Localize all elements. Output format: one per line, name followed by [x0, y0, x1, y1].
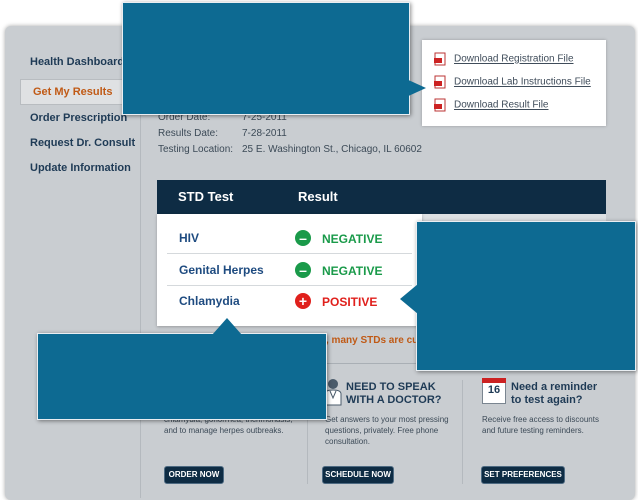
download-lab-instructions-link[interactable]: Download Lab Instructions File [434, 75, 591, 89]
result-value: NEGATIVE [322, 264, 383, 278]
callout-pointer-top [404, 78, 426, 98]
callout-pointer-right [400, 284, 418, 314]
pdf-icon [434, 98, 446, 112]
pdf-icon [434, 52, 446, 66]
calendar-day: 16 [487, 384, 501, 396]
minus-circle-icon: – [295, 230, 311, 246]
order-info: Order Date: 7-25-2011 Results Date: 7-28-2… [158, 110, 422, 158]
col-result: Result [298, 189, 338, 204]
pdf-icon [434, 75, 446, 89]
results-table: HIV – NEGATIVE Genital Herpes – NEGATIVE… [157, 214, 422, 326]
panel-divider [462, 380, 463, 484]
calendar-icon: 16 [482, 378, 506, 404]
reminder-panel-text: Receive free access to discounts and fut… [482, 415, 599, 435]
test-name: Genital Herpes [179, 263, 264, 277]
table-row: HIV – NEGATIVE [167, 222, 412, 254]
testing-location-row: Testing Location: 25 E. Washington St., C… [158, 142, 422, 158]
callout-box-top [122, 2, 410, 115]
test-name: Chlamydia [179, 294, 240, 308]
testing-location-value: 25 E. Washington St., Chicago, IL 60602 [242, 144, 422, 155]
set-preferences-button[interactable]: SET PREFERENCES [481, 466, 565, 484]
std-warning-text: , many STDs are cu [326, 335, 419, 346]
download-result-link[interactable]: Download Result File [434, 98, 549, 112]
table-row: Genital Herpes – NEGATIVE [167, 254, 412, 286]
minus-circle-icon: – [295, 262, 311, 278]
results-table-header: STD Test Result [157, 180, 606, 214]
order-now-button[interactable]: ORDER NOW [164, 466, 224, 484]
plus-circle-icon: + [295, 293, 311, 309]
downloads-panel: Download Registration File Download Lab … [422, 40, 606, 126]
sidebar-item-request-dr-consult[interactable]: Request Dr. Consult [18, 131, 140, 155]
results-date-label: Results Date: [158, 128, 219, 139]
result-value: NEGATIVE [322, 232, 383, 246]
result-value: POSITIVE [322, 295, 378, 309]
callout-pointer-bottom [212, 318, 242, 335]
sidebar-item-update-information[interactable]: Update Information [18, 156, 140, 180]
table-row: Chlamydia + POSITIVE [167, 285, 412, 316]
callout-box-bottom [37, 333, 327, 420]
doctor-panel-title: NEED TO SPEAK WITH A DOCTOR? [346, 381, 442, 406]
col-std-test: STD Test [178, 189, 234, 204]
test-name: HIV [179, 231, 200, 245]
callout-box-right [416, 221, 636, 371]
testing-location-label: Testing Location: [158, 144, 234, 155]
doctor-panel-text: Get answers to your most pressing questi… [325, 415, 449, 446]
reminder-panel-title: Need a reminder to test again? [511, 381, 598, 406]
results-date-value: 7-28-2011 [242, 128, 287, 139]
download-result-label: Download Result File [454, 99, 549, 111]
download-registration-label: Download Registration File [454, 53, 574, 65]
results-date-row: Results Date: 7-28-2011 [158, 126, 422, 142]
download-registration-link[interactable]: Download Registration File [434, 52, 574, 66]
download-lab-instructions-label: Download Lab Instructions File [454, 76, 591, 88]
schedule-now-button[interactable]: SCHEDULE NOW [322, 466, 394, 484]
